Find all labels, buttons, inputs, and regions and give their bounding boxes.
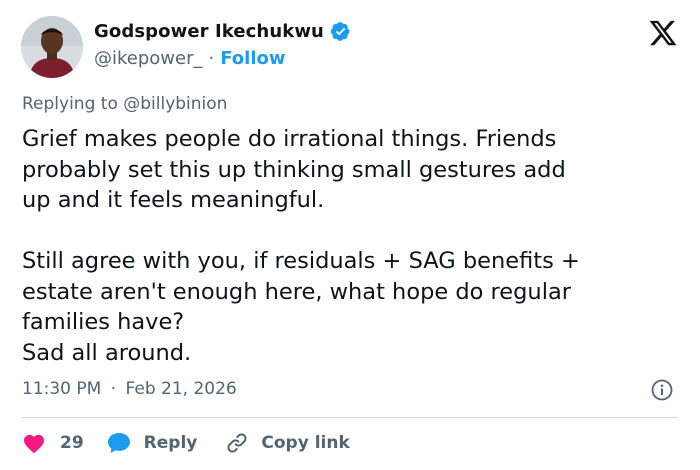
- tweet-date: Feb 21, 2026: [125, 379, 237, 399]
- action-bar: 29 Reply Copy link: [22, 430, 350, 456]
- reply-mention-link[interactable]: @billybinion: [123, 94, 227, 114]
- avatar[interactable]: [21, 16, 83, 78]
- speech-bubble-icon: [107, 433, 130, 453]
- link-icon: [227, 433, 247, 453]
- author-name-row: Godspower Ikechukwu: [94, 21, 351, 42]
- author-handle-row: @ikepower_ · Follow: [94, 48, 286, 69]
- avatar-image: [21, 16, 83, 78]
- copy-link-button[interactable]: Copy link: [225, 431, 350, 455]
- author-handle[interactable]: @ikepower_: [94, 48, 203, 69]
- handle-separator: ·: [208, 48, 215, 69]
- like-count: 29: [60, 433, 84, 453]
- reply-button[interactable]: Reply: [106, 431, 198, 455]
- copy-link-label: Copy link: [261, 433, 350, 453]
- divider: [22, 417, 678, 418]
- like-button[interactable]: 29: [22, 432, 84, 454]
- tweet-text: Grief makes people do irrational things.…: [22, 126, 580, 366]
- reply-label: Reply: [143, 433, 198, 453]
- x-logo-icon[interactable]: [648, 18, 678, 48]
- reply-context: Replying to @billybinion: [22, 94, 227, 114]
- heart-icon: [24, 434, 44, 454]
- reply-context-prefix: Replying to: [22, 94, 118, 114]
- follow-button[interactable]: Follow: [220, 48, 285, 69]
- author-display-name[interactable]: Godspower Ikechukwu: [94, 21, 324, 42]
- tweet-timestamp[interactable]: 11:30 PM · Feb 21, 2026: [22, 379, 237, 399]
- verified-badge-icon: [330, 21, 351, 42]
- info-icon[interactable]: [651, 379, 673, 401]
- timestamp-separator: ·: [110, 379, 117, 399]
- tweet-time: 11:30 PM: [22, 379, 102, 399]
